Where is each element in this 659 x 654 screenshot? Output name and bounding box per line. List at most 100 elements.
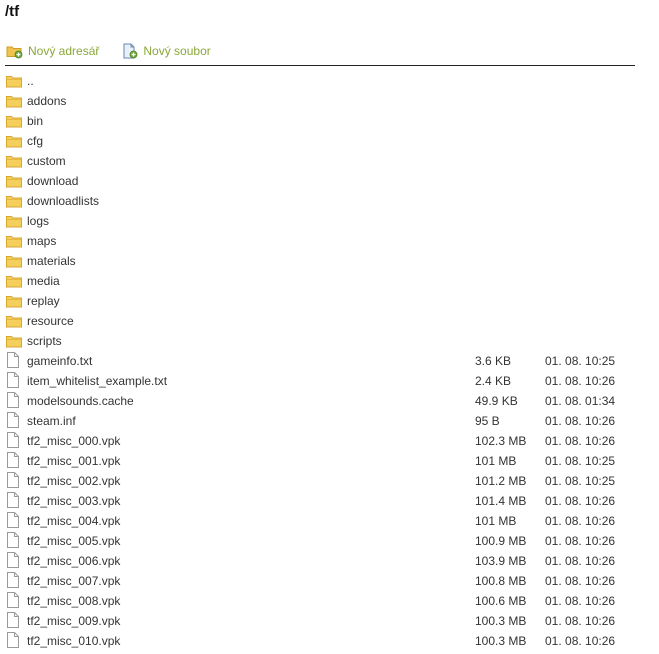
file-date: 01. 08. 10:25 [545,474,616,488]
folder-name: custom [27,154,66,168]
folder-row[interactable]: addons [0,91,659,111]
file-name: tf2_misc_002.vpk [27,474,121,488]
folder-row[interactable]: custom [0,151,659,171]
file-date: 01. 08. 10:26 [545,434,616,448]
folder-row[interactable]: cfg [0,131,659,151]
divider [5,65,635,66]
file-date: 01. 08. 10:26 [545,414,616,428]
file-add-icon [123,43,138,59]
file-icon [7,352,19,368]
file-icon [7,392,19,408]
folder-icon [6,76,22,88]
file-row[interactable]: modelsounds.cache 49.9 KB 01. 08. 01:34 [0,391,659,411]
folder-icon [6,296,22,308]
file-size: 95 B [475,414,500,428]
file-icon [7,592,19,608]
file-icon [7,512,19,528]
file-size: 100.6 MB [475,594,527,608]
file-icon [7,432,19,448]
folder-row[interactable]: materials [0,251,659,271]
file-size: 101 MB [475,454,517,468]
file-icon [7,452,19,468]
file-row[interactable]: tf2_misc_001.vpk 101 MB 01. 08. 10:25 [0,451,659,471]
file-size: 49.9 KB [475,394,518,408]
file-name: steam.inf [27,414,76,428]
folder-name: download [27,174,79,188]
file-icon [7,552,19,568]
new-folder-button[interactable]: Nový adresář [6,43,99,59]
file-icon [7,472,19,488]
file-name: item_whitelist_example.txt [27,374,168,388]
file-row[interactable]: tf2_misc_006.vpk 103.9 MB 01. 08. 10:26 [0,551,659,571]
file-name: tf2_misc_001.vpk [27,454,121,468]
file-size: 103.9 MB [475,554,527,568]
file-size: 100.9 MB [475,534,527,548]
file-row[interactable]: steam.inf 95 B 01. 08. 10:26 [0,411,659,431]
folder-row[interactable]: .. [0,71,659,91]
new-file-button[interactable]: Nový soubor [121,43,211,59]
folder-row[interactable]: scripts [0,331,659,351]
folder-row[interactable]: downloadlists [0,191,659,211]
folder-icon [6,236,22,248]
folder-name: scripts [27,334,62,348]
file-date: 01. 08. 10:26 [545,374,616,388]
file-date: 01. 08. 10:26 [545,494,616,508]
file-icon [7,572,19,588]
file-icon [7,372,19,388]
folder-name: bin [27,114,44,128]
file-name: tf2_misc_009.vpk [27,614,121,628]
folder-icon [6,336,22,348]
file-row[interactable]: tf2_misc_009.vpk 100.3 MB 01. 08. 10:26 [0,611,659,631]
file-name: modelsounds.cache [27,394,134,408]
file-size: 3.6 KB [475,354,512,368]
file-row[interactable]: tf2_misc_007.vpk 100.8 MB 01. 08. 10:26 [0,571,659,591]
file-date: 01. 08. 01:34 [545,394,616,408]
folder-icon [6,276,22,288]
file-size: 2.4 KB [475,374,512,388]
folder-add-icon [6,46,23,59]
file-row[interactable]: tf2_misc_010.vpk 100.3 MB 01. 08. 10:26 [0,631,659,651]
file-icon [7,532,19,548]
file-row[interactable]: tf2_misc_008.vpk 100.6 MB 01. 08. 10:26 [0,591,659,611]
file-icon [7,412,19,428]
file-row[interactable]: tf2_misc_004.vpk 101 MB 01. 08. 10:26 [0,511,659,531]
folder-row[interactable]: maps [0,231,659,251]
folder-icon [6,136,22,148]
folder-row[interactable]: download [0,171,659,191]
page-title: /tf [5,3,20,20]
folder-icon [6,196,22,208]
file-size: 100.3 MB [475,614,527,628]
folder-icon [6,156,22,168]
file-date: 01. 08. 10:26 [545,594,616,608]
file-icon [7,492,19,508]
file-name: tf2_misc_007.vpk [27,574,121,588]
file-row[interactable]: tf2_misc_002.vpk 101.2 MB 01. 08. 10:25 [0,471,659,491]
folder-name: cfg [27,134,44,148]
folder-row[interactable]: media [0,271,659,291]
folder-name: .. [27,74,34,88]
file-listing: .. addons bin cfg custom download downloadlist… [0,71,659,651]
file-row[interactable]: tf2_misc_000.vpk 102.3 MB 01. 08. 10:26 [0,431,659,451]
file-date: 01. 08. 10:26 [545,574,616,588]
folder-name: materials [27,254,76,268]
file-name: tf2_misc_000.vpk [27,434,121,448]
file-size: 100.3 MB [475,634,527,648]
file-name: tf2_misc_005.vpk [27,534,121,548]
folder-row[interactable]: bin [0,111,659,131]
folder-row[interactable]: resource [0,311,659,331]
file-name: tf2_misc_010.vpk [27,634,121,648]
new-file-label: Nový soubor [143,44,211,58]
folder-icon [6,316,22,328]
file-name: tf2_misc_008.vpk [27,594,121,608]
folder-row[interactable]: replay [0,291,659,311]
file-date: 01. 08. 10:26 [545,514,616,528]
action-bar: Nový adresář Nový soubor [6,43,233,59]
file-row[interactable]: tf2_misc_005.vpk 100.9 MB 01. 08. 10:26 [0,531,659,551]
file-size: 101.4 MB [475,494,527,508]
file-name: gameinfo.txt [27,354,93,368]
file-row[interactable]: gameinfo.txt 3.6 KB 01. 08. 10:25 [0,351,659,371]
file-row[interactable]: tf2_misc_003.vpk 101.4 MB 01. 08. 10:26 [0,491,659,511]
folder-row[interactable]: logs [0,211,659,231]
file-row[interactable]: item_whitelist_example.txt 2.4 KB 01. 08. … [0,371,659,391]
file-date: 01. 08. 10:26 [545,614,616,628]
